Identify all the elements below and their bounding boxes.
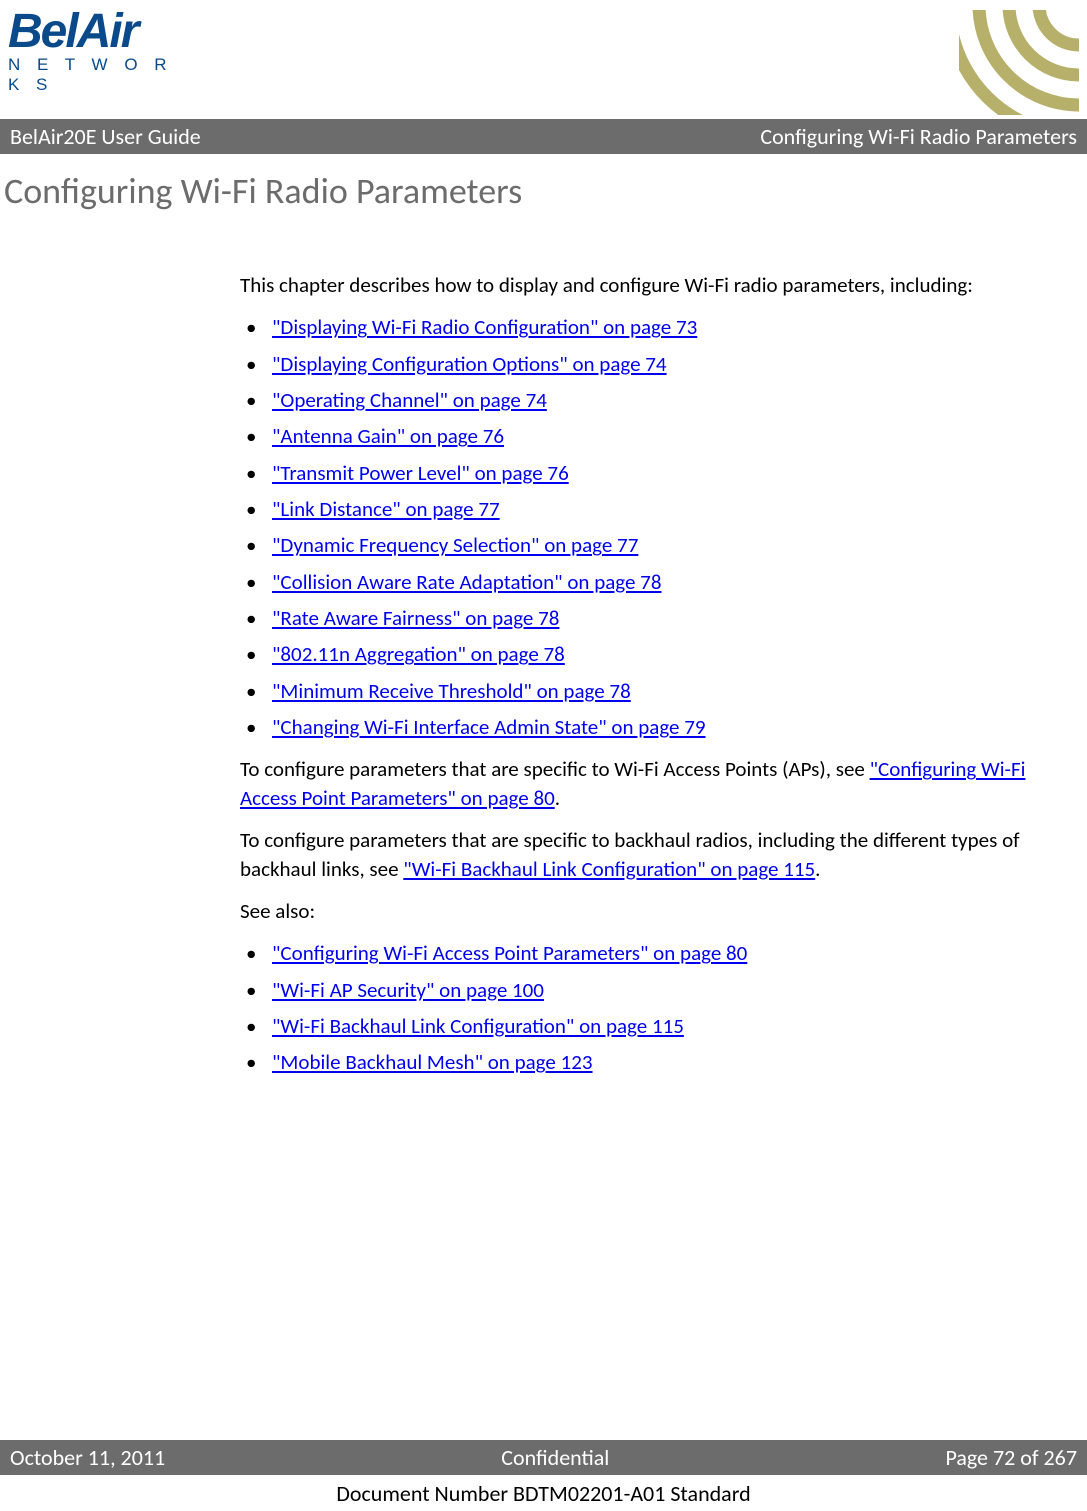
- list-item: "Link Distance" on page 77: [240, 495, 1027, 523]
- cross-ref-link[interactable]: "Transmit Power Level" on page 76: [272, 460, 569, 486]
- title-bar: BelAir20E User Guide Configuring Wi-Fi R…: [0, 119, 1087, 154]
- footer-bar: October 11, 2011 Confidential Page 72 of…: [0, 1440, 1087, 1475]
- list-item: "Changing Wi-Fi Interface Admin State" o…: [240, 713, 1027, 741]
- list-item: "Mobile Backhaul Mesh" on page 123: [240, 1048, 1027, 1076]
- cross-ref-link[interactable]: "Collision Aware Rate Adaptation" on pag…: [272, 569, 661, 595]
- list-item: "Wi-Fi AP Security" on page 100: [240, 976, 1027, 1004]
- cross-ref-link[interactable]: "Rate Aware Fairness" on page 78: [272, 605, 559, 631]
- list-item: "Displaying Wi-Fi Radio Configuration" o…: [240, 313, 1027, 341]
- backhaul-paragraph: To configure parameters that are specifi…: [240, 826, 1027, 883]
- footer-date: October 11, 2011: [10, 1444, 165, 1471]
- list-item: "Transmit Power Level" on page 76: [240, 459, 1027, 487]
- see-also-label: See also:: [240, 897, 1027, 925]
- list-item: "Antenna Gain" on page 76: [240, 422, 1027, 450]
- cross-ref-link[interactable]: "Changing Wi-Fi Interface Admin State" o…: [272, 714, 706, 740]
- list-item: "Rate Aware Fairness" on page 78: [240, 604, 1027, 632]
- main-link-list: "Displaying Wi-Fi Radio Configuration" o…: [240, 313, 1027, 741]
- list-item: "Collision Aware Rate Adaptation" on pag…: [240, 568, 1027, 596]
- titlebar-right: Configuring Wi-Fi Radio Parameters: [760, 123, 1077, 150]
- cross-ref-link[interactable]: "Configuring Wi-Fi Access Point Paramete…: [272, 940, 747, 966]
- list-item: "Displaying Configuration Options" on pa…: [240, 350, 1027, 378]
- cross-ref-link[interactable]: "Wi-Fi Backhaul Link Configuration" on p…: [272, 1013, 684, 1039]
- backhaul-post: .: [815, 856, 820, 882]
- cross-ref-link[interactable]: "Wi-Fi Backhaul Link Configuration" on p…: [403, 856, 815, 882]
- cross-ref-link[interactable]: "Dynamic Frequency Selection" on page 77: [272, 532, 638, 558]
- cross-ref-link[interactable]: "Wi-Fi AP Security" on page 100: [272, 977, 544, 1003]
- ap-post: .: [555, 785, 560, 811]
- cross-ref-link[interactable]: "802.11n Aggregation" on page 78: [272, 641, 565, 667]
- arcs-icon: [959, 10, 1079, 115]
- see-also-list: "Configuring Wi-Fi Access Point Paramete…: [240, 939, 1027, 1076]
- cross-ref-link[interactable]: "Mobile Backhaul Mesh" on page 123: [272, 1049, 593, 1075]
- cross-ref-link[interactable]: "Displaying Configuration Options" on pa…: [272, 351, 667, 377]
- cross-ref-link[interactable]: "Displaying Wi-Fi Radio Configuration" o…: [272, 314, 697, 340]
- footer-page: Page 72 of 267: [945, 1444, 1077, 1471]
- footer-confidential: Confidential: [501, 1444, 609, 1471]
- list-item: "Wi-Fi Backhaul Link Configuration" on p…: [240, 1012, 1027, 1040]
- logo-name: BelAir: [8, 10, 188, 53]
- content-area: This chapter describes how to display an…: [0, 213, 1087, 1077]
- list-item: "802.11n Aggregation" on page 78: [240, 640, 1027, 668]
- cross-ref-link[interactable]: "Operating Channel" on page 74: [272, 387, 547, 413]
- ap-pre: To configure parameters that are specifi…: [240, 756, 870, 782]
- intro-text: This chapter describes how to display an…: [240, 271, 1027, 299]
- list-item: "Dynamic Frequency Selection" on page 77: [240, 531, 1027, 559]
- logo-sub: N E T W O R K S: [8, 55, 188, 95]
- cross-ref-link[interactable]: "Link Distance" on page 77: [272, 496, 500, 522]
- ap-paragraph: To configure parameters that are specifi…: [240, 755, 1027, 812]
- belair-logo: BelAir N E T W O R K S: [8, 10, 188, 110]
- list-item: "Minimum Receive Threshold" on page 78: [240, 677, 1027, 705]
- list-item: "Configuring Wi-Fi Access Point Paramete…: [240, 939, 1027, 967]
- list-item: "Operating Channel" on page 74: [240, 386, 1027, 414]
- document-number: Document Number BDTM02201-A01 Standard: [0, 1480, 1087, 1507]
- chapter-title: Configuring Wi-Fi Radio Parameters: [0, 154, 1087, 213]
- cross-ref-link[interactable]: "Minimum Receive Threshold" on page 78: [272, 678, 631, 704]
- cross-ref-link[interactable]: "Antenna Gain" on page 76: [272, 423, 504, 449]
- titlebar-left: BelAir20E User Guide: [10, 123, 201, 150]
